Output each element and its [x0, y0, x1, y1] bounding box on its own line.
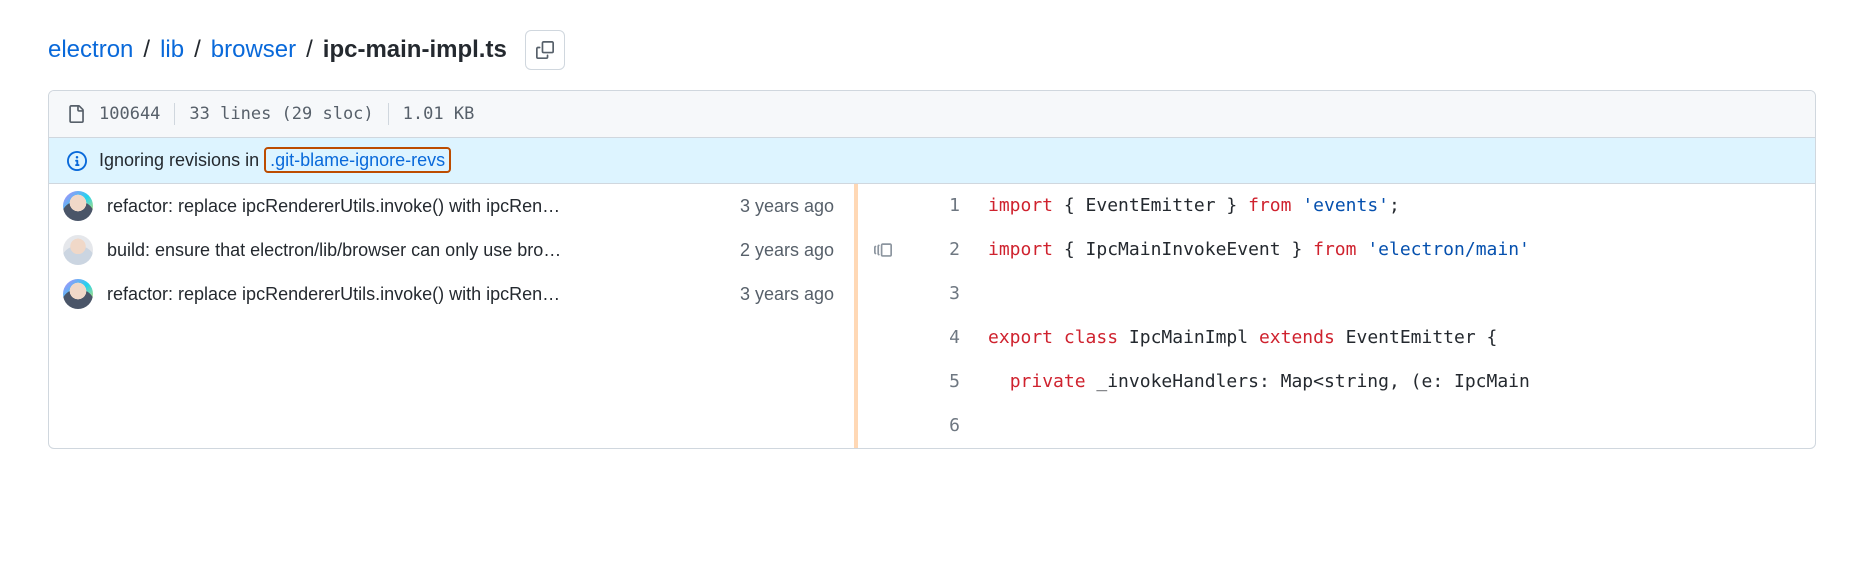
- line-number[interactable]: 3: [908, 272, 978, 316]
- commit-message[interactable]: refactor: replace ipcRendererUtils.invok…: [107, 196, 726, 217]
- blame-row[interactable]: refactor: replace ipcRendererUtils.invok…: [49, 272, 854, 316]
- line-number[interactable]: 5: [908, 360, 978, 404]
- code-lines: import { EventEmitter } from 'events';im…: [978, 184, 1815, 448]
- avatar[interactable]: [63, 235, 93, 265]
- code-line[interactable]: [978, 404, 1815, 448]
- line-number[interactable]: 1: [908, 184, 978, 228]
- code-line[interactable]: export class IpcMainImpl extends EventEm…: [978, 316, 1815, 360]
- file-header: 100644 33 lines (29 sloc) 1.01 KB: [49, 91, 1815, 138]
- commit-age: 2 years ago: [740, 240, 840, 261]
- file-lines-count: 33 lines (29 sloc): [189, 104, 373, 124]
- line-numbers: 123456: [908, 184, 978, 448]
- commit-age: 3 years ago: [740, 196, 840, 217]
- code-line[interactable]: private _invokeHandlers: Map<string, (e:…: [978, 360, 1815, 404]
- reblame-button[interactable]: [858, 228, 908, 272]
- line-number[interactable]: 6: [908, 404, 978, 448]
- file-mode: 100644: [99, 104, 160, 124]
- blame-ignore-notice: Ignoring revisions in .git-blame-ignore-…: [49, 138, 1815, 184]
- breadcrumb-separator: /: [306, 36, 313, 64]
- file-size: 1.01 KB: [403, 104, 475, 124]
- blame-commits-column: refactor: replace ipcRendererUtils.invok…: [49, 184, 854, 448]
- breadcrumb-separator: /: [194, 36, 201, 64]
- notice-prefix: Ignoring revisions in: [99, 150, 264, 170]
- blame-row[interactable]: refactor: replace ipcRendererUtils.invok…: [49, 184, 854, 228]
- info-icon: [67, 151, 87, 171]
- blame-body: refactor: replace ipcRendererUtils.invok…: [49, 184, 1815, 448]
- header-divider: [174, 103, 175, 125]
- file-view: 100644 33 lines (29 sloc) 1.01 KB Ignori…: [48, 90, 1816, 449]
- code-line[interactable]: [978, 272, 1815, 316]
- line-number[interactable]: 2: [908, 228, 978, 272]
- line-number[interactable]: 4: [908, 316, 978, 360]
- reblame-button: [858, 184, 908, 228]
- breadcrumb-link-electron[interactable]: electron: [48, 36, 133, 64]
- avatar[interactable]: [63, 279, 93, 309]
- header-divider: [388, 103, 389, 125]
- breadcrumb-separator: /: [143, 36, 150, 64]
- breadcrumb: electron / lib / browser / ipc-main-impl…: [48, 30, 1816, 70]
- breadcrumb-link-lib[interactable]: lib: [160, 36, 184, 64]
- blame-ignore-link[interactable]: .git-blame-ignore-revs: [264, 147, 451, 173]
- commit-age: 3 years ago: [740, 284, 840, 305]
- copy-icon: [536, 41, 554, 59]
- commit-message[interactable]: refactor: replace ipcRendererUtils.invok…: [107, 284, 726, 305]
- code-line[interactable]: import { IpcMainInvokeEvent } from 'elec…: [978, 228, 1815, 272]
- avatar[interactable]: [63, 191, 93, 221]
- blame-row[interactable]: build: ensure that electron/lib/browser …: [49, 228, 854, 272]
- reblame-column: [858, 184, 908, 448]
- reblame-button: [858, 272, 908, 316]
- copy-path-button[interactable]: [525, 30, 565, 70]
- file-icon: [67, 105, 85, 123]
- breadcrumb-current: ipc-main-impl.ts: [323, 36, 507, 64]
- notice-text: Ignoring revisions in .git-blame-ignore-…: [99, 150, 451, 171]
- versions-icon: [874, 241, 892, 259]
- breadcrumb-link-browser[interactable]: browser: [211, 36, 296, 64]
- code-line[interactable]: import { EventEmitter } from 'events';: [978, 184, 1815, 228]
- commit-message[interactable]: build: ensure that electron/lib/browser …: [107, 240, 726, 261]
- code-area: 123456 import { EventEmitter } from 'eve…: [908, 184, 1815, 448]
